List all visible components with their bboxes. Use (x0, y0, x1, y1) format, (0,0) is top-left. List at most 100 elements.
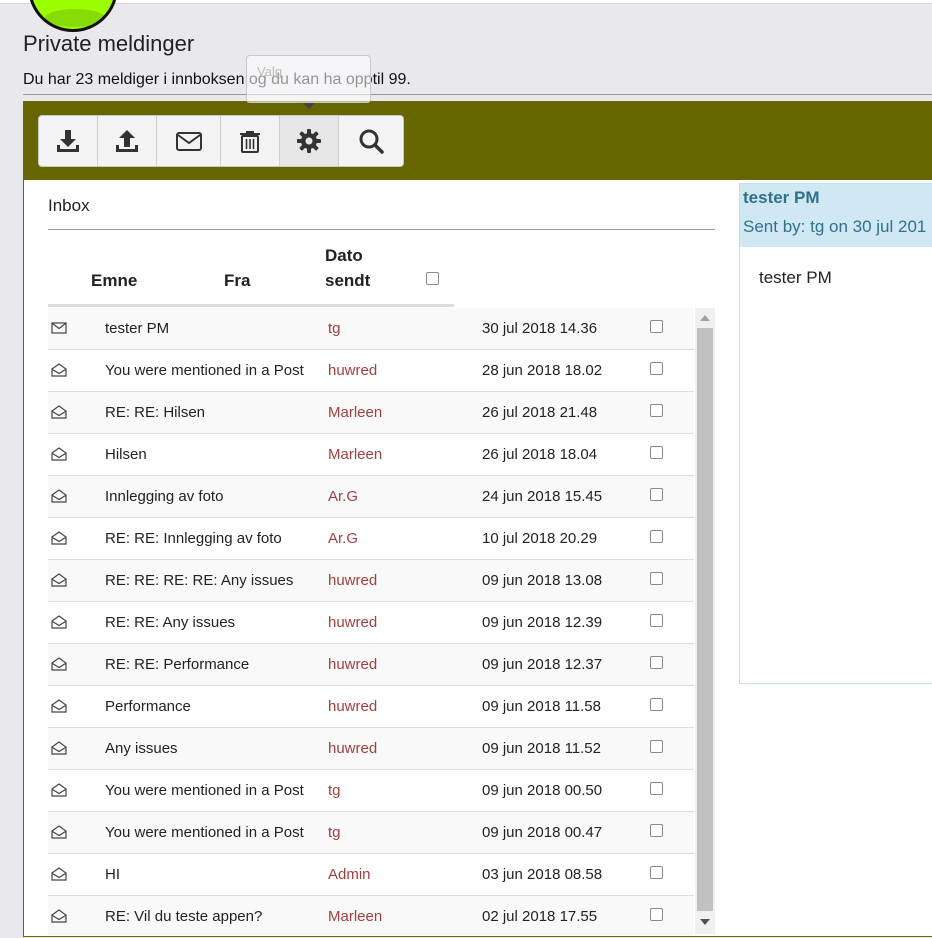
preview-title: tester PM (743, 188, 820, 207)
message-date: 03 jun 2018 08.58 (482, 866, 603, 883)
message-list: tester PM tg 30 jul 2018 14.36 You were men… (48, 308, 694, 935)
message-subject-link[interactable]: RE: RE: Innlegging av foto (105, 530, 282, 547)
row-checkbox[interactable] (650, 572, 663, 585)
message-sender-link[interactable]: Marleen (328, 908, 382, 925)
table-row[interactable]: RE: RE: Any issues huwred 09 jun 2018 12.3… (48, 602, 694, 644)
envelope-open-icon (51, 657, 67, 671)
message-subject-link[interactable]: tester PM (105, 320, 169, 337)
row-checkbox[interactable] (650, 362, 663, 375)
message-sender-link[interactable]: huwred (328, 614, 377, 631)
page-title: Private meldinger (23, 31, 195, 56)
row-checkbox[interactable] (650, 530, 663, 543)
trash-icon (240, 131, 260, 153)
scroll-up-arrow-icon[interactable] (700, 315, 710, 321)
message-subject-link[interactable]: Hilsen (105, 446, 147, 463)
message-sender-link[interactable]: huwred (328, 572, 377, 589)
upload-button[interactable] (98, 116, 157, 166)
message-subject-link[interactable]: RE: Vil du teste appen? (105, 908, 262, 925)
header-underline (48, 304, 454, 307)
preview-header: tester PM Sent by: tg on 30 jul 201 (740, 184, 932, 247)
row-checkbox[interactable] (650, 698, 663, 711)
table-row[interactable]: You were mentioned in a Post huwred 28 jun… (48, 350, 694, 392)
row-checkbox[interactable] (650, 614, 663, 627)
message-date: 28 jun 2018 18.02 (482, 362, 603, 379)
column-header-date-line1: Dato (325, 246, 363, 265)
select-all-checkbox[interactable] (426, 272, 439, 285)
row-checkbox[interactable] (650, 740, 663, 753)
scrollbar[interactable] (695, 308, 715, 934)
table-row[interactable]: You were mentioned in a Post tg 09 jun 201… (48, 812, 694, 854)
table-row[interactable]: Hilsen Marleen 26 jul 2018 18.04 (48, 434, 694, 476)
message-date: 26 jul 2018 21.48 (482, 404, 598, 421)
delete-button[interactable] (221, 116, 280, 166)
table-row[interactable]: Innlegging av foto Ar.G 24 jun 2018 15.45 (48, 476, 694, 518)
envelope-open-icon (51, 783, 67, 797)
column-header-from[interactable]: Fra (224, 268, 250, 293)
message-sender-link[interactable]: huwred (328, 698, 377, 715)
table-row[interactable]: Performance huwred 09 jun 2018 11.58 (48, 686, 694, 728)
message-subject-link[interactable]: RE: RE: RE: RE: Any issues (105, 572, 293, 589)
table-row[interactable]: RE: RE: Hilsen Marleen 26 jul 2018 21.48 (48, 392, 694, 434)
row-checkbox[interactable] (650, 488, 663, 501)
message-sender-link[interactable]: huwred (328, 656, 377, 673)
message-sender-link[interactable]: tg (328, 782, 341, 799)
message-subject-link[interactable]: RE: RE: Hilsen (105, 404, 205, 421)
message-sender-link[interactable]: Ar.G (328, 530, 358, 547)
row-checkbox[interactable] (650, 446, 663, 459)
search-button[interactable] (339, 116, 403, 166)
gear-icon (297, 129, 321, 153)
row-checkbox[interactable] (650, 908, 663, 921)
table-row[interactable]: RE: RE: Performance huwred 09 jun 2018 12.… (48, 644, 694, 686)
message-date: 30 jul 2018 14.36 (482, 320, 598, 337)
message-subject-link[interactable]: Any issues (105, 740, 178, 757)
table-row[interactable]: RE: RE: Innlegging av foto Ar.G 10 jul 201… (48, 518, 694, 560)
message-subject-link[interactable]: Performance (105, 698, 191, 715)
options-button[interactable] (280, 116, 339, 166)
row-checkbox[interactable] (650, 824, 663, 837)
message-subject-link[interactable]: RE: RE: Performance (105, 656, 249, 673)
message-sender-link[interactable]: Admin (328, 866, 371, 883)
table-row[interactable]: You were mentioned in a Post tg 09 jun 201… (48, 770, 694, 812)
table-row[interactable]: Any issues huwred 09 jun 2018 11.52 (48, 728, 694, 770)
tooltip: Valg (246, 55, 371, 103)
tooltip-arrow (303, 103, 315, 109)
table-row[interactable]: HI Admin 03 jun 2018 08.58 (48, 854, 694, 896)
message-subject-link[interactable]: RE: RE: Any issues (105, 614, 235, 631)
avatar[interactable] (28, 0, 118, 32)
row-checkbox[interactable] (650, 782, 663, 795)
message-sender-link[interactable]: tg (328, 320, 341, 337)
toolbar (38, 115, 404, 167)
message-subject-link[interactable]: HI (105, 866, 120, 883)
row-checkbox[interactable] (650, 866, 663, 879)
message-sender-link[interactable]: Ar.G (328, 488, 358, 505)
message-sender-link[interactable]: tg (328, 824, 341, 841)
envelope-open-icon (51, 825, 67, 839)
table-row[interactable]: RE: Vil du teste appen? Marleen 02 jul 201… (48, 896, 694, 935)
message-sender-link[interactable]: huwred (328, 362, 377, 379)
envelope-open-icon (51, 741, 67, 755)
message-date: 09 jun 2018 11.52 (482, 740, 601, 757)
row-checkbox[interactable] (650, 404, 663, 417)
compose-button[interactable] (157, 116, 221, 166)
scroll-thumb[interactable] (697, 328, 713, 911)
message-date: 24 jun 2018 15.45 (482, 488, 603, 505)
download-button[interactable] (39, 116, 98, 166)
row-checkbox[interactable] (650, 656, 663, 669)
column-header-subject[interactable]: Emne (91, 268, 137, 293)
message-sender-link[interactable]: Marleen (328, 404, 382, 421)
message-subject-link[interactable]: You were mentioned in a Post (105, 362, 304, 379)
table-row[interactable]: RE: RE: RE: RE: Any issues huwred 09 jun 2… (48, 560, 694, 602)
table-row[interactable]: tester PM tg 30 jul 2018 14.36 (48, 308, 694, 350)
message-sender-link[interactable]: Marleen (328, 446, 382, 463)
message-date: 09 jun 2018 12.37 (482, 656, 603, 673)
column-header-date[interactable]: Dato sendt (325, 243, 370, 293)
envelope-open-icon (51, 909, 67, 923)
inbox-label: Inbox (48, 196, 90, 215)
message-sender-link[interactable]: huwred (328, 740, 377, 757)
message-subject-link[interactable]: You were mentioned in a Post (105, 782, 304, 799)
preview-body: tester PM (759, 268, 832, 287)
scroll-down-arrow-icon[interactable] (700, 919, 710, 925)
message-subject-link[interactable]: You were mentioned in a Post (105, 824, 304, 841)
message-subject-link[interactable]: Innlegging av foto (105, 488, 223, 505)
row-checkbox[interactable] (650, 320, 663, 333)
